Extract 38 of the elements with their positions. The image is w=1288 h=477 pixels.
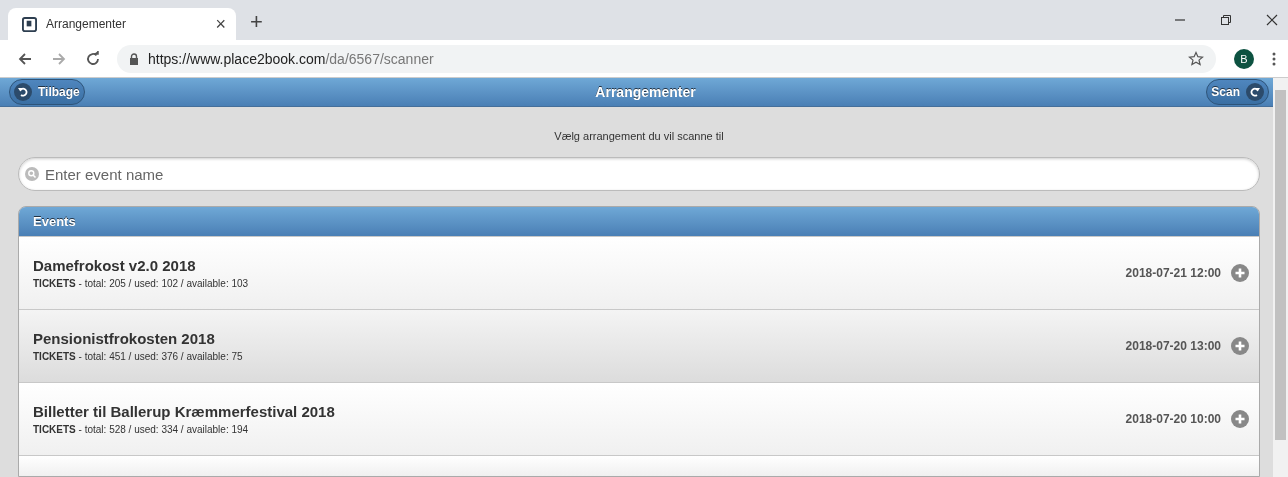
event-date: 2018-07-20 13:00 xyxy=(1125,339,1221,353)
event-item[interactable]: Billetter til Ballerup Kræmmerfestival 2018 TICKETS - total: 528 / used: 334 / available: 194 2018-07-20 10:00 xyxy=(19,382,1259,455)
list-title: Events xyxy=(33,214,76,229)
address-bar[interactable]: https://www.place2book.com/da/6567/scanner xyxy=(117,44,1216,73)
event-date: 2018-07-20 10:00 xyxy=(1125,412,1221,426)
plus-icon xyxy=(1231,410,1249,428)
restore-icon[interactable] xyxy=(1220,14,1232,26)
browser-tab[interactable]: Arrangementer × xyxy=(8,8,236,40)
scrollbar[interactable] xyxy=(1273,78,1288,477)
ticket-summary: TICKETS - total: 205 / used: 102 / available: 103 xyxy=(33,278,250,289)
profile-avatar[interactable]: B xyxy=(1234,48,1254,69)
event-name: Billetter til Ballerup Kræmmerfestival 2018 xyxy=(33,403,336,420)
ticket-summary: TICKETS - total: 451 / used: 376 / available: 75 xyxy=(33,351,244,362)
search-field[interactable]: Enter event name xyxy=(18,157,1260,191)
ticket-summary: TICKETS - total: 528 / used: 334 / available: 194 xyxy=(33,424,250,435)
plus-icon xyxy=(1231,337,1249,355)
logo-icon xyxy=(22,16,37,32)
scan-button[interactable]: Scan xyxy=(1206,79,1269,105)
instruction-text: Vælg arrangement du vil scanne til xyxy=(553,130,725,142)
url-text: https://www.place2book.com/da/6567/scanner xyxy=(148,50,434,67)
event-date: 2018-07-21 12:00 xyxy=(1125,266,1221,280)
lock-icon xyxy=(129,52,139,65)
redo-icon xyxy=(1246,83,1264,101)
page-title: Arrangementer xyxy=(595,84,696,100)
event-item[interactable]: Damefrokost v2.0 2018 TICKETS - total: 205 / used: 102 / available: 103 2018-07-21 12:00 xyxy=(19,236,1259,309)
reload-icon[interactable] xyxy=(85,50,101,67)
menu-icon[interactable] xyxy=(1272,51,1276,66)
event-name: Damefrokost v2.0 2018 xyxy=(33,257,197,274)
close-icon[interactable] xyxy=(1266,14,1278,26)
star-icon[interactable] xyxy=(1188,50,1204,67)
plus-icon xyxy=(1231,264,1249,282)
new-tab-button[interactable]: + xyxy=(250,9,263,35)
event-name: Pensionistfrokosten 2018 xyxy=(33,330,216,347)
close-tab-button[interactable]: × xyxy=(215,13,226,35)
back-arrow-icon[interactable] xyxy=(17,50,33,67)
back-button[interactable]: Tilbage xyxy=(9,79,85,105)
tab-title: Arrangementer xyxy=(46,17,128,31)
undo-icon xyxy=(14,83,32,101)
